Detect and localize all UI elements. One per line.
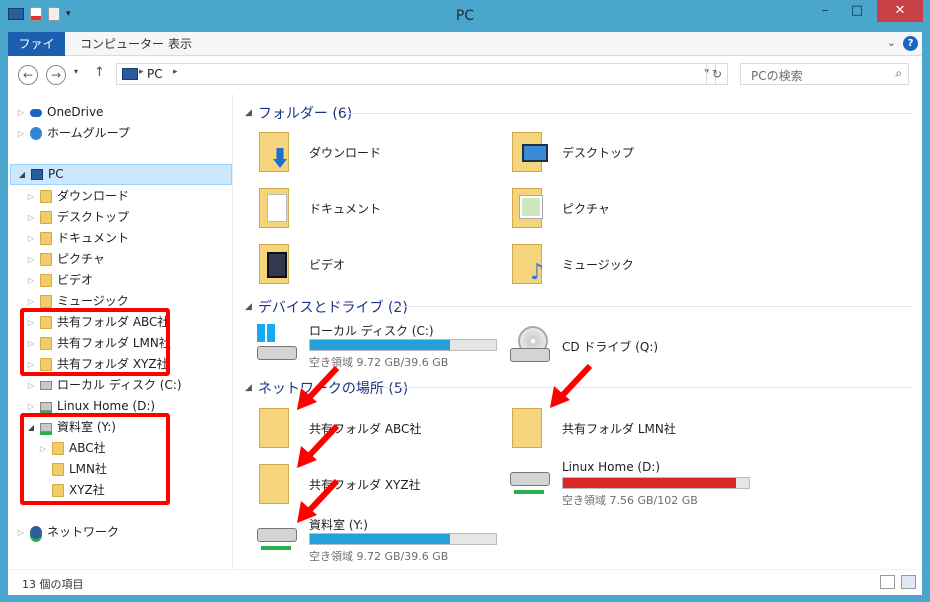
annotation-arrow <box>297 479 340 523</box>
group-divider <box>343 113 913 114</box>
expand-ribbon-icon[interactable]: ⌄ <box>887 36 896 49</box>
music-folder-icon: ♪ <box>508 240 554 286</box>
desktop-folder-icon <box>508 128 554 174</box>
tree-item-downloads[interactable]: ▷ ダウンロード <box>26 186 129 207</box>
forward-button[interactable]: → <box>46 65 66 85</box>
network-drive-icon <box>508 460 554 506</box>
tree-item-drive-c[interactable]: ▷ ローカル ディスク (C:) <box>26 375 182 396</box>
breadcrumb-chevron-icon[interactable]: ▸ <box>173 67 178 77</box>
usage-fill <box>563 478 736 488</box>
drive-y-usage-bar <box>309 533 497 545</box>
window-title: PC <box>455 8 475 24</box>
drive-icon <box>40 381 52 390</box>
tree-item-desktop[interactable]: ▷ デスクトップ <box>26 207 129 228</box>
back-button[interactable]: ← <box>18 65 38 85</box>
tree-item-videos[interactable]: ▷ ビデオ <box>26 270 93 291</box>
tree-item-homegroup[interactable]: ▷ ホームグループ <box>16 123 130 144</box>
folder-icon <box>40 211 52 224</box>
homegroup-icon <box>30 127 42 140</box>
navigation-pane: ▷ OneDrive ▷ ホームグループ ◢ PC ▷ ダウンロード ▷ デスクトップ ▷… <box>8 94 232 569</box>
folder-icon <box>40 232 52 245</box>
title-bar: ▾ PC – □ ✕ <box>0 0 930 32</box>
download-folder-icon <box>255 128 301 174</box>
navigation-bar: ← → ▾ ↑ ▸ PC ▸ ▾ ↻ PCの検索 ⌕ <box>8 56 922 94</box>
refresh-button[interactable]: ↻ <box>706 63 728 85</box>
tab-view[interactable]: 表示 <box>158 32 202 56</box>
search-input[interactable]: PCの検索 ⌕ <box>740 63 909 85</box>
annotation-arrow <box>297 366 340 410</box>
close-button[interactable]: ✕ <box>877 0 923 22</box>
search-placeholder: PCの検索 <box>751 69 803 83</box>
item-count: 13 個の項目 <box>22 578 84 591</box>
large-icons-view-icon[interactable] <box>901 575 916 589</box>
recent-chevron-icon[interactable]: ▾ <box>74 67 78 76</box>
pictures-folder-icon <box>508 184 554 230</box>
help-icon[interactable]: ? <box>903 36 918 51</box>
explorer-window: ▾ PC – □ ✕ ファイル コンピューター 表示 ⌄ ? ← → ▾ ↑ ▸… <box>0 0 930 602</box>
status-bar: 13 個の項目 <box>8 569 922 595</box>
search-icon[interactable]: ⌕ <box>895 66 902 81</box>
network-icon <box>30 526 42 539</box>
view-buttons <box>880 575 916 589</box>
cd-drive-icon <box>508 322 554 368</box>
tree-item-pictures[interactable]: ▷ ピクチャ <box>26 249 105 270</box>
windows-drive-icon <box>255 322 301 368</box>
annotation-box-drive-y <box>20 413 170 505</box>
group-header-folders[interactable]: ◢ フォルダー (6) <box>245 103 352 123</box>
network-item-linux-home[interactable]: Linux Home (D:) 空き領域 7.56 GB/102 GB <box>508 460 758 512</box>
collapse-icon: ◢ <box>245 108 252 118</box>
ribbon: ファイル コンピューター 表示 ⌄ ? <box>8 32 922 75</box>
group-divider <box>391 306 913 307</box>
address-bar[interactable]: ▸ PC ▸ ▾ <box>116 63 716 85</box>
up-arrow-icon[interactable]: ↑ <box>94 65 105 80</box>
group-divider <box>381 387 913 388</box>
drive-d-usage-bar <box>562 477 750 489</box>
pc-icon <box>31 169 43 180</box>
videos-folder-icon <box>255 240 301 286</box>
network-drive-icon <box>40 402 52 411</box>
annotation-arrow <box>550 364 593 408</box>
maximize-button[interactable]: □ <box>842 0 872 22</box>
pc-icon <box>122 68 138 80</box>
usage-fill <box>310 534 450 544</box>
breadcrumb-separator: ▸ <box>139 67 144 77</box>
annotation-arrow <box>297 424 340 468</box>
collapse-icon: ◢ <box>245 383 252 393</box>
breadcrumb[interactable]: PC <box>147 67 163 81</box>
drive-c-usage-bar <box>309 339 497 351</box>
folder-icon <box>40 253 52 266</box>
documents-folder-icon <box>255 184 301 230</box>
tree-item-pc[interactable]: ◢ PC <box>10 164 232 185</box>
folder-icon <box>40 190 52 203</box>
folder-icon <box>40 295 52 308</box>
collapse-icon: ◢ <box>245 302 252 312</box>
details-view-icon[interactable] <box>880 575 895 589</box>
tree-item-onedrive[interactable]: ▷ OneDrive <box>16 102 104 123</box>
cloud-icon <box>30 108 42 117</box>
items-view: ◢ フォルダー (6) ダウンロード デスクトップ ドキュメント ピクチャ ビデオ… <box>233 94 922 569</box>
tree-item-documents[interactable]: ▷ ドキュメント <box>26 228 129 249</box>
usage-fill <box>310 340 450 350</box>
minimize-button[interactable]: – <box>810 0 840 22</box>
content-area: ▷ OneDrive ▷ ホームグループ ◢ PC ▷ ダウンロード ▷ デスクトップ ▷… <box>8 94 922 569</box>
group-header-devices[interactable]: ◢ デバイスとドライブ (2) <box>245 297 408 317</box>
annotation-box-shares <box>20 308 170 376</box>
tree-item-network[interactable]: ▷ ネットワーク <box>16 522 119 543</box>
tab-file[interactable]: ファイル <box>8 32 65 75</box>
folder-icon <box>40 274 52 287</box>
